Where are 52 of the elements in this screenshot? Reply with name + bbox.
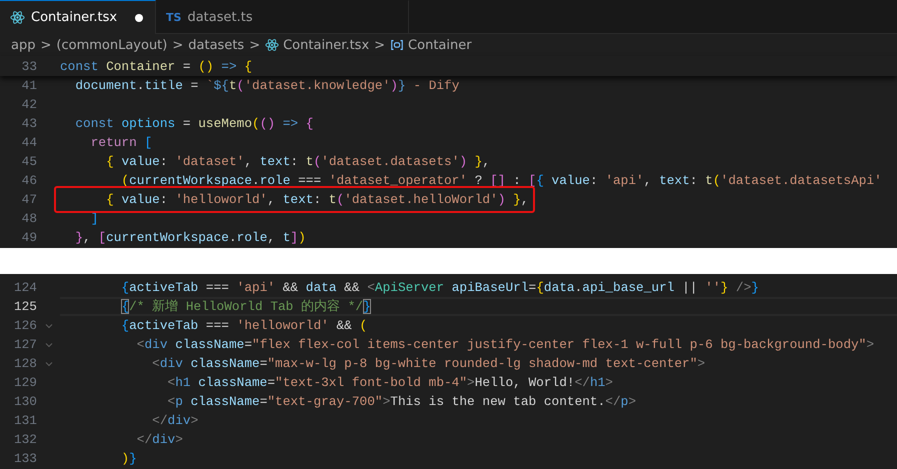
line-number: 125 [12,299,37,314]
code-line: {activeTab === 'helloworld' && ( [120,317,368,335]
breadcrumb-item[interactable]: Container [408,38,472,52]
code-line: )} [120,450,137,468]
breadcrumb-item[interactable]: datasets [188,38,244,52]
line-number: 44 [20,135,37,150]
code-line: return [ [90,134,152,152]
line-number: 45 [20,154,37,169]
code-line: const options = useMemo(() => { [74,115,314,133]
breadcrumb-item[interactable]: Container.tsx [283,38,370,52]
line-number: 47 [20,192,37,207]
line-number: 33 [20,58,37,74]
line-number: 126 [12,318,37,333]
line-number: 49 [20,230,37,245]
line-number: 43 [20,116,37,131]
code-line: document.title = `${t('dataset.knowledge')} - Dify [74,77,460,95]
breadcrumb-item[interactable]: app [11,38,36,52]
line-number: 131 [12,413,37,428]
breadcrumb-separator: > [374,38,386,52]
line-number: 124 [12,280,37,295]
symbol-variable-icon [390,38,404,52]
breadcrumb-separator: > [40,38,52,52]
code-line: { value: 'dataset', text: t('dataset.datasets') }, [105,153,490,171]
code-line: <h1 className="text-3xl font-bold mb-4">Hello, World!</h1> [166,374,613,392]
line-number: 130 [12,394,37,409]
line-number: 41 [20,78,37,93]
code-line: ] [90,210,98,228]
breadcrumb-separator: > [249,38,260,52]
code-line: </div> [151,412,198,430]
code-line: <div className="max-w-lg p-8 bg-white rounded-lg shadow-md text-center"> [151,355,706,373]
line-number: 133 [12,451,37,466]
breadcrumb-separator: > [172,38,184,52]
line-number: 129 [12,375,37,390]
atom-icon [265,38,280,52]
file-type-label: TS [166,10,182,24]
code-line: </div> [136,431,183,449]
code-line: { value: 'helloworld', text: t('dataset.helloWorld') }, [105,191,528,209]
editor-tab[interactable]: Container.tsx [0,0,156,34]
code-line: {activeTab === 'api' && data && <ApiServer apiBaseUrl={data.api_base_url || ''} />} [120,279,759,297]
code-line: {/* 新增 HelloWorld Tab 的内容 */} [60,297,897,316]
line-number: 127 [12,337,37,352]
breadcrumb-item[interactable]: (commonLayout) [56,38,168,52]
code-line: <div className="flex flex-col items-center justify-center flex-1 w-full p-6 bg-background-body"> [136,336,874,354]
line-number: 42 [20,97,37,112]
code-line: const Container = () => { [60,58,252,76]
line-number: 128 [12,356,37,371]
code-line: }, [currentWorkspace.role, t]) [74,229,306,247]
line-number: 132 [12,432,37,447]
atom-icon [10,10,25,25]
code-line: <p className="text-gray-700">This is the new tab content.</p> [166,393,636,411]
line-number: 46 [20,173,37,188]
line-number: 48 [20,211,37,226]
